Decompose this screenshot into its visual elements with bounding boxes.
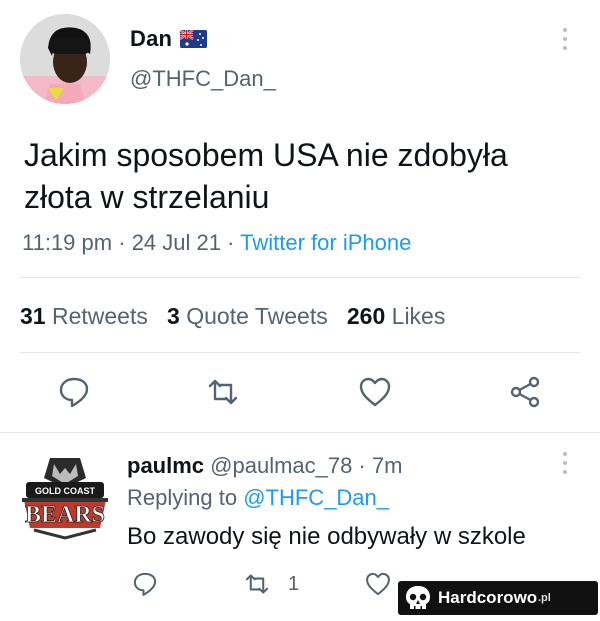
share-icon	[510, 376, 540, 408]
reply-avatar[interactable]: GOLD COAST BEARS	[20, 454, 110, 540]
retweets-label: Retweets	[51, 303, 148, 329]
author-handle[interactable]: @THFC_Dan_	[130, 66, 276, 92]
reply-button[interactable]	[56, 374, 92, 410]
replying-to-link[interactable]: @THFC_Dan_	[243, 485, 389, 510]
gold-coast-bears-logo: GOLD COAST BEARS	[20, 454, 110, 540]
reply-separator: ·	[358, 453, 366, 478]
author-name[interactable]: Dan	[130, 26, 172, 52]
watermark-text: Hardcorowo	[438, 588, 538, 607]
reply-age: 7m	[371, 453, 403, 478]
watermark: Hardcorowo .pl	[398, 581, 598, 615]
replying-prefix: Replying to	[127, 485, 238, 510]
tweet-time: 11:19 pm	[22, 230, 113, 255]
skull-icon	[406, 586, 430, 609]
reply-text: Bo zawody się nie odbywały w szkole	[127, 523, 526, 550]
likes-count: 260	[346, 303, 386, 329]
reply-icon	[133, 572, 157, 596]
retweet-icon	[245, 574, 269, 594]
reply-header: paulmc @paulmac_78 · 7m	[127, 453, 403, 479]
meta-separator: ·	[227, 230, 235, 255]
like-icon	[359, 377, 391, 407]
tweet-date: 24 Jul 21	[131, 230, 221, 255]
divider	[20, 352, 580, 353]
reply-icon	[59, 377, 89, 408]
reply-author-name[interactable]: paulmc	[127, 453, 204, 478]
likes-label: Likes	[391, 303, 446, 329]
svg-text:BEARS: BEARS	[25, 502, 105, 528]
retweet-button[interactable]	[205, 374, 241, 410]
reply-author-handle[interactable]: @paulmac_78	[210, 453, 352, 478]
australia-flag-icon	[180, 30, 207, 48]
reply-reply-button[interactable]	[131, 570, 159, 598]
like-icon	[366, 572, 390, 596]
divider	[20, 277, 580, 278]
author-avatar[interactable]	[20, 14, 110, 104]
tweet-text: Jakim sposobem USA nie zdobyła złota w s…	[24, 137, 508, 215]
retweets-count: 31	[20, 303, 46, 329]
likes-stat[interactable]: 260 Likes	[347, 303, 445, 329]
reply-retweet-button[interactable]	[243, 570, 271, 598]
replying-to: Replying to @THFC_Dan_	[127, 485, 389, 511]
tweet-stats: 31 Retweets 3 Quote Tweets 260 Likes	[20, 303, 445, 330]
svg-text:GOLD COAST: GOLD COAST	[35, 486, 96, 496]
reply-more-options-icon[interactable]	[560, 452, 570, 478]
author-avatar-image	[20, 14, 110, 104]
tweet-source-link[interactable]: Twitter for iPhone	[240, 230, 411, 255]
divider	[0, 432, 600, 433]
reply-retweet-count: 1	[288, 573, 300, 595]
quotes-count: 3	[167, 303, 180, 329]
tweet-meta: 11:19 pm · 24 Jul 21 · Twitter for iPhon…	[22, 230, 411, 256]
quotes-stat[interactable]: 3 Quote Tweets	[167, 303, 328, 329]
quotes-label: Quote Tweets	[186, 303, 328, 329]
share-button[interactable]	[507, 374, 543, 410]
watermark-suffix: .pl	[538, 592, 551, 604]
more-options-icon[interactable]	[560, 28, 570, 54]
like-button[interactable]	[357, 374, 393, 410]
reply-like-button[interactable]	[364, 570, 392, 598]
retweet-icon	[208, 379, 238, 405]
meta-separator: ·	[118, 230, 126, 255]
retweets-stat[interactable]: 31 Retweets	[20, 303, 148, 329]
